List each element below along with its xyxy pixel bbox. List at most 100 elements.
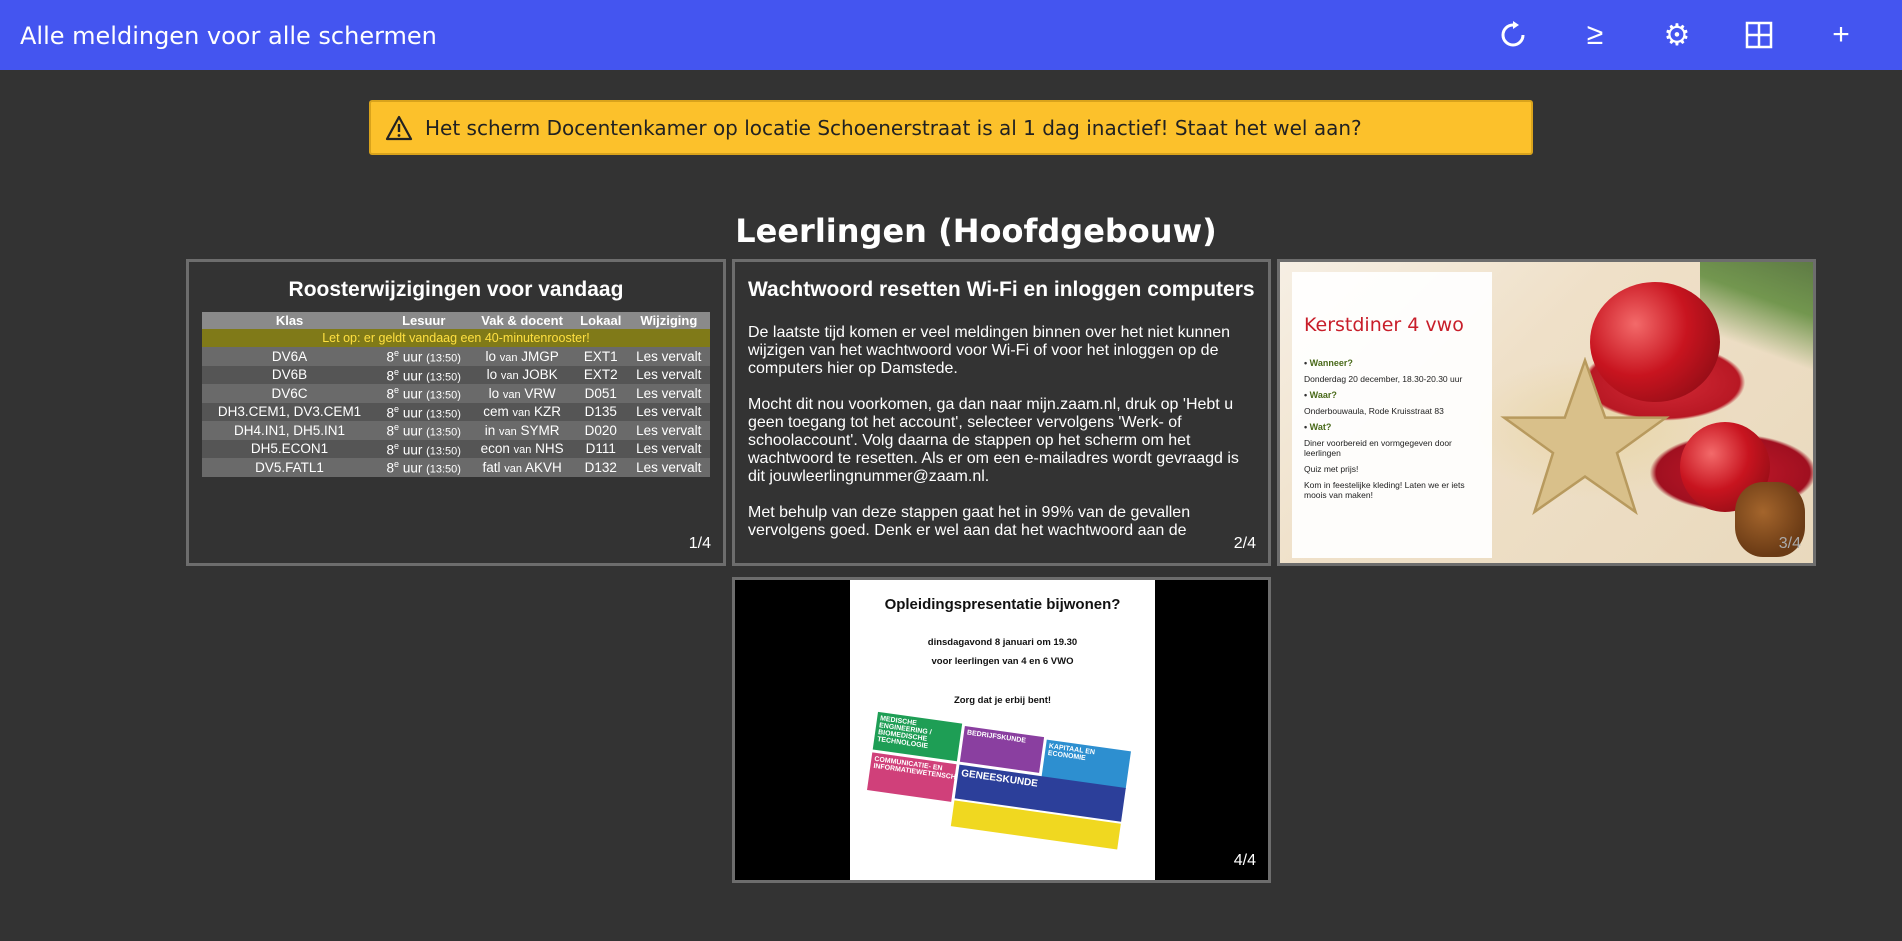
lesuur-word: uur bbox=[402, 386, 423, 402]
slide-roosterwijzigingen[interactable]: Roosterwijzigingen voor vandaag Klas Les… bbox=[186, 259, 726, 566]
slide-body: De laatste tijd komen er veel meldingen … bbox=[748, 324, 1255, 540]
cell-vak-docent: lo van VRW bbox=[470, 384, 574, 403]
cell-lesuur: 8e uur (13:50) bbox=[377, 439, 471, 458]
answer-text: Kom in feestelijke kleding! Laten we er … bbox=[1304, 480, 1465, 500]
schedule-notice: Let op: er geldt vandaag een 40-minutenr… bbox=[202, 329, 710, 347]
lesuur-number: 8 bbox=[386, 423, 395, 439]
grid-icon[interactable] bbox=[1718, 0, 1800, 70]
answer-text: Diner voorbereid en vormgegeven door lee… bbox=[1304, 438, 1452, 458]
lesuur-number: 8 bbox=[386, 442, 395, 457]
cell-wijziging: Les vervalt bbox=[627, 347, 710, 366]
page-number: 2/4 bbox=[1229, 535, 1256, 553]
cell-klas: DV6B bbox=[202, 365, 378, 384]
lesuur-suffix: e bbox=[394, 422, 400, 432]
refresh-icon[interactable] bbox=[1472, 0, 1554, 70]
vak: econ bbox=[480, 441, 510, 457]
cell-vak-docent: lo van JOBK bbox=[470, 365, 574, 384]
docent: JMGP bbox=[521, 348, 559, 364]
question-label: Waar? bbox=[1304, 390, 1480, 400]
poster-text: Zorg dat je erbij bent! bbox=[953, 695, 1052, 706]
program-tile: COMMUNICATIE- EN INFORMATIEWETENSCHAPPEN bbox=[867, 752, 980, 802]
vak: lo bbox=[488, 385, 500, 401]
slide-opleidingspresentatie[interactable]: Opleidingspresentatie bijwonen? dinsdaga… bbox=[732, 577, 1271, 883]
column-header: Klas bbox=[202, 312, 378, 329]
warning-icon bbox=[385, 115, 413, 140]
cell-lesuur: 8e uur (13:50) bbox=[377, 421, 471, 440]
column-header: Lokaal bbox=[573, 312, 628, 329]
slide-title: Roosterwijzigingen voor vandaag bbox=[288, 278, 624, 301]
docent: VRW bbox=[524, 385, 556, 401]
study-program-tiles: MEDISCHE ENGINEERING / BIOMEDISCHE TECHN… bbox=[861, 711, 1146, 873]
cell-lesuur: 8e uur (13:50) bbox=[377, 365, 471, 384]
poster-text: dinsdagavond 8 januari om 19.30 bbox=[927, 637, 1078, 648]
lesuur-time: (13:50) bbox=[426, 408, 461, 420]
cell-wijziging: Les vervalt bbox=[627, 384, 710, 403]
lesuur-suffix: e bbox=[394, 459, 400, 469]
lesuur-suffix: e bbox=[394, 440, 400, 451]
lesuur-word: uur bbox=[402, 442, 423, 457]
cell-lokaal: D132 bbox=[573, 458, 628, 477]
lesuur-time: (13:50) bbox=[426, 445, 461, 457]
cell-lokaal: D051 bbox=[573, 384, 628, 403]
cell-lesuur: 8e uur (13:50) bbox=[377, 402, 471, 421]
cell-klas: DH5.ECON1 bbox=[202, 439, 378, 458]
alert-text: Het scherm Docentenkamer op locatie Scho… bbox=[425, 115, 1362, 140]
slide-wachtwoord-resetten[interactable]: Wachtwoord resetten Wi-Fi en inloggen co… bbox=[732, 259, 1271, 566]
cell-lokaal: D111 bbox=[573, 439, 628, 458]
lesuur-suffix: e bbox=[394, 385, 400, 395]
top-bar: Alle meldingen voor alle schermen ≥ ⚙ + bbox=[0, 0, 1902, 70]
cell-klas: DH4.IN1, DH5.IN1 bbox=[202, 421, 378, 440]
question-label: Wanneer? bbox=[1304, 358, 1480, 368]
poster-image: Opleidingspresentatie bijwonen? dinsdaga… bbox=[850, 580, 1155, 880]
vak: cem bbox=[483, 404, 509, 420]
lesuur-time: (13:50) bbox=[426, 426, 461, 439]
table-row: DH3.CEM1, DV3.CEM1 8e uur (13:50) cem van … bbox=[202, 402, 710, 421]
poster-title: Opleidingspresentatie bijwonen? bbox=[884, 596, 1121, 613]
cell-vak-docent: cem van KZR bbox=[470, 402, 574, 421]
greater-equal-icon[interactable]: ≥ bbox=[1554, 0, 1636, 70]
cell-wijziging: Les vervalt bbox=[627, 402, 710, 421]
lesuur-suffix: e bbox=[394, 403, 400, 414]
cell-wijziging: Les vervalt bbox=[627, 439, 710, 458]
slide-title: Wachtwoord resetten Wi-Fi en inloggen co… bbox=[748, 278, 1255, 301]
lesuur-number: 8 bbox=[386, 460, 395, 476]
section-title: Leerlingen (Hoofdgebouw) bbox=[735, 212, 1217, 250]
docent: KZR bbox=[534, 404, 562, 420]
table-row: DH5.ECON1 8e uur (13:50) econ van NHS D111 L… bbox=[202, 439, 710, 458]
slide-kerstdiner[interactable]: Kerstdiner 4 vwo Wanneer? Donderdag 20 d… bbox=[1277, 259, 1816, 566]
event-info-card: Kerstdiner 4 vwo Wanneer? Donderdag 20 d… bbox=[1292, 272, 1492, 558]
lesuur-word: uur bbox=[402, 460, 423, 476]
docent: SYMR bbox=[520, 422, 560, 438]
answer-text: Quiz met prijs! bbox=[1304, 464, 1359, 474]
settings-icon[interactable]: ⚙ bbox=[1636, 0, 1718, 70]
cell-vak-docent: fatl van AKVH bbox=[470, 458, 574, 477]
page-number: 3/4 bbox=[1778, 535, 1801, 552]
column-header: Vak & docent bbox=[470, 312, 574, 329]
cell-lesuur: 8e uur (13:50) bbox=[377, 347, 471, 366]
cell-lokaal: EXT2 bbox=[573, 365, 628, 384]
van-word: van bbox=[504, 462, 522, 475]
cell-klas: DV6C bbox=[202, 384, 378, 403]
vak: fatl bbox=[482, 459, 501, 475]
toolbar: ≥ ⚙ + bbox=[1472, 0, 1882, 70]
lesuur-suffix: e bbox=[394, 366, 400, 377]
lesuur-time: (13:50) bbox=[426, 389, 461, 402]
cell-wijziging: Les vervalt bbox=[627, 421, 710, 440]
vak: lo bbox=[486, 367, 498, 383]
lesuur-number: 8 bbox=[386, 386, 395, 402]
answer-text: Onderbouwaula, Rode Kruisstraat 83 bbox=[1304, 406, 1444, 416]
van-word: van bbox=[512, 407, 531, 420]
docent: NHS bbox=[535, 441, 564, 457]
cell-klas: DV6A bbox=[202, 347, 378, 366]
add-icon[interactable]: + bbox=[1800, 0, 1882, 70]
lesuur-word: uur bbox=[402, 368, 423, 383]
lesuur-number: 8 bbox=[386, 368, 395, 383]
schedule-table: Klas Lesuur Vak & docent Lokaal Wijzigin… bbox=[202, 312, 710, 477]
column-header: Lesuur bbox=[377, 312, 471, 329]
cell-vak-docent: econ van NHS bbox=[470, 439, 574, 458]
vak: in bbox=[484, 422, 496, 438]
question-label: Wat? bbox=[1304, 422, 1480, 432]
cell-wijziging: Les vervalt bbox=[627, 458, 710, 477]
table-row: DV5.FATL1 8e uur (13:50) fatl van AKVH D132… bbox=[202, 458, 710, 477]
lesuur-time: (13:50) bbox=[426, 352, 461, 365]
